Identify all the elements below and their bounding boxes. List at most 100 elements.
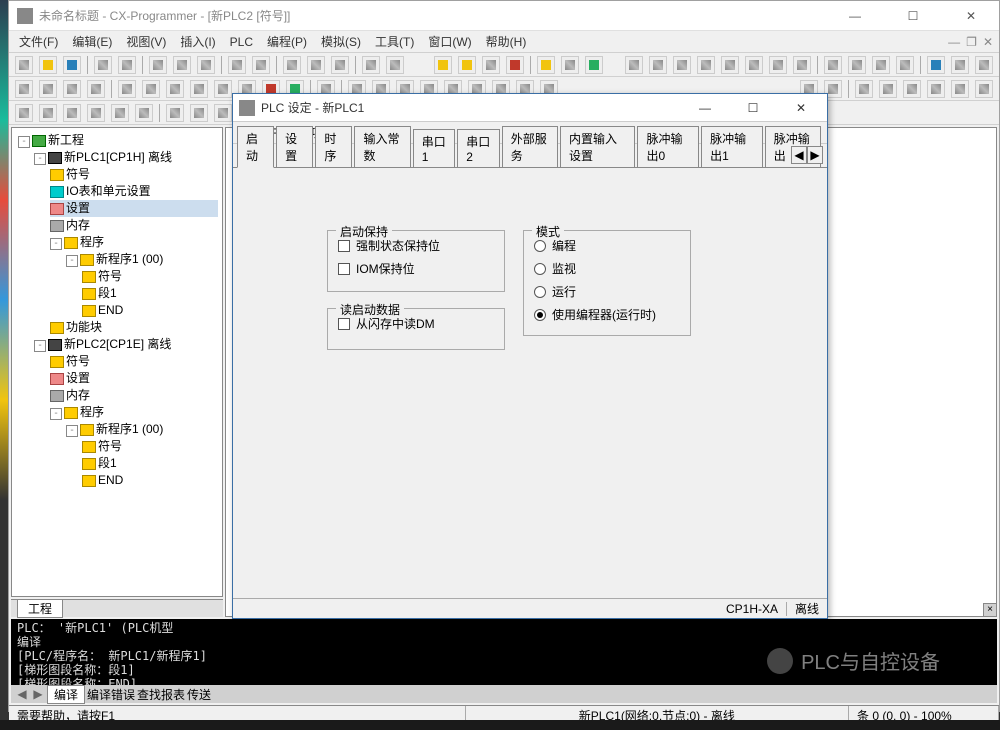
tree-plc1[interactable]: 新PLC1[CP1H] 离线 (64, 150, 172, 164)
dialog-close-button[interactable]: ✕ (781, 101, 821, 115)
tool-icon[interactable] (673, 56, 691, 74)
output-tab-transfer[interactable]: 传送 (187, 686, 211, 703)
expand-icon[interactable]: - (34, 340, 46, 352)
output-tab-errors[interactable]: 编译错误 (87, 686, 135, 703)
tree-symbols[interactable]: 符号 (66, 354, 90, 368)
tool-icon[interactable] (975, 56, 993, 74)
tab-prev-icon[interactable]: ◀ (15, 687, 29, 701)
tool-icon[interactable] (927, 80, 945, 98)
expand-icon[interactable]: - (18, 136, 30, 148)
tree-settings[interactable]: 设置 (66, 201, 90, 215)
menu-file[interactable]: 文件(F) (19, 33, 58, 50)
tool-icon[interactable] (745, 56, 763, 74)
tab-builtin-input[interactable]: 内置输入设置 (560, 126, 635, 167)
tree-root[interactable]: 新工程 (48, 133, 84, 147)
maximize-button[interactable]: ☐ (893, 9, 933, 23)
tree-end[interactable]: END (98, 473, 123, 487)
tree-memory[interactable]: 内存 (66, 218, 90, 232)
tree-program[interactable]: 程序 (80, 235, 104, 249)
undo-icon[interactable] (228, 56, 246, 74)
tree-end[interactable]: END (98, 303, 123, 317)
tool-icon[interactable] (111, 104, 129, 122)
tool-icon[interactable] (331, 56, 349, 74)
expand-icon[interactable]: - (34, 153, 46, 165)
tool-icon[interactable] (879, 80, 897, 98)
tab-serial1[interactable]: 串口1 (413, 129, 455, 167)
whatsthis-icon[interactable] (386, 56, 404, 74)
checkbox-read-dm[interactable] (338, 318, 350, 330)
close-button[interactable]: ✕ (951, 9, 991, 23)
menu-help[interactable]: 帮助(H) (486, 33, 527, 50)
tool-icon[interactable] (649, 56, 667, 74)
tool-icon[interactable] (482, 56, 500, 74)
tool-icon[interactable] (190, 80, 208, 98)
mdi-restore-icon[interactable]: ❐ (966, 35, 977, 49)
menu-window[interactable]: 窗口(W) (428, 33, 471, 50)
tree-symbols[interactable]: 符号 (98, 269, 122, 283)
tree-symbols[interactable]: 符号 (98, 439, 122, 453)
tree-newprog[interactable]: 新程序1 (00) (96, 422, 163, 436)
tree-tab-project[interactable]: 工程 (17, 599, 63, 618)
tool-icon[interactable] (896, 56, 914, 74)
dialog-maximize-button[interactable]: ☐ (733, 101, 773, 115)
tab-scroll-left-icon[interactable]: ◀ (791, 146, 807, 164)
tool-icon[interactable] (214, 104, 232, 122)
tree-symbols[interactable]: 符号 (66, 167, 90, 181)
tool-icon[interactable] (63, 80, 81, 98)
tool-icon[interactable] (951, 80, 969, 98)
menu-view[interactable]: 视图(V) (126, 33, 166, 50)
tool-icon[interactable] (824, 56, 842, 74)
paste-icon[interactable] (197, 56, 215, 74)
tool-icon[interactable] (506, 56, 524, 74)
dialog-minimize-button[interactable]: — (685, 101, 725, 115)
project-tree[interactable]: -新工程 -新PLC1[CP1H] 离线 符号 IO表和单元设置 设置 内存 -… (11, 127, 223, 597)
tree-io[interactable]: IO表和单元设置 (66, 184, 151, 198)
help-icon[interactable] (362, 56, 380, 74)
tool-icon[interactable] (166, 104, 184, 122)
print-icon[interactable] (94, 56, 112, 74)
tree-funcblk[interactable]: 功能块 (66, 320, 102, 334)
tool-icon[interactable] (951, 56, 969, 74)
tree-newprog[interactable]: 新程序1 (00) (96, 252, 163, 266)
tool-icon[interactable] (87, 80, 105, 98)
cut-icon[interactable] (149, 56, 167, 74)
tab-input-const[interactable]: 输入常数 (354, 126, 410, 167)
tool-icon[interactable] (537, 56, 555, 74)
tab-next-icon[interactable]: ▶ (31, 687, 45, 701)
tool-icon[interactable] (848, 56, 866, 74)
expand-icon[interactable]: - (66, 255, 78, 267)
tab-external[interactable]: 外部服务 (502, 126, 558, 167)
output-tab-compile[interactable]: 编译 (47, 685, 85, 704)
open-icon[interactable] (39, 56, 57, 74)
tool-icon[interactable] (166, 80, 184, 98)
warn-icon[interactable] (434, 56, 452, 74)
tool-icon[interactable] (721, 56, 739, 74)
save-icon[interactable] (63, 56, 81, 74)
tab-timing[interactable]: 时序 (315, 126, 352, 167)
tool-icon[interactable] (214, 80, 232, 98)
mdi-minimize-icon[interactable]: — (948, 35, 960, 49)
new-icon[interactable] (15, 56, 33, 74)
expand-icon[interactable]: - (50, 408, 62, 420)
menu-insert[interactable]: 插入(I) (180, 33, 215, 50)
tab-pulse1[interactable]: 脉冲输出1 (701, 126, 763, 167)
preview-icon[interactable] (118, 56, 136, 74)
checkbox-iom-hold[interactable] (338, 263, 350, 275)
minimize-button[interactable]: — (835, 9, 875, 23)
tool-icon[interactable] (15, 80, 33, 98)
tab-startup[interactable]: 启动 (237, 126, 274, 168)
mdi-close-icon[interactable]: ✕ (983, 35, 993, 49)
radio-run[interactable] (534, 286, 546, 298)
output-close-button[interactable]: × (983, 603, 997, 617)
tool-icon[interactable] (769, 56, 787, 74)
expand-icon[interactable]: - (66, 425, 78, 437)
tree-seg1[interactable]: 段1 (98, 456, 117, 470)
menu-plc[interactable]: PLC (230, 35, 253, 49)
tool-icon[interactable] (15, 104, 33, 122)
tool-icon[interactable] (142, 80, 160, 98)
tree-seg1[interactable]: 段1 (98, 286, 117, 300)
find-icon[interactable] (283, 56, 301, 74)
expand-icon[interactable]: - (50, 238, 62, 250)
checkbox-force-status[interactable] (338, 240, 350, 252)
tab-scroll-right-icon[interactable]: ▶ (807, 146, 823, 164)
